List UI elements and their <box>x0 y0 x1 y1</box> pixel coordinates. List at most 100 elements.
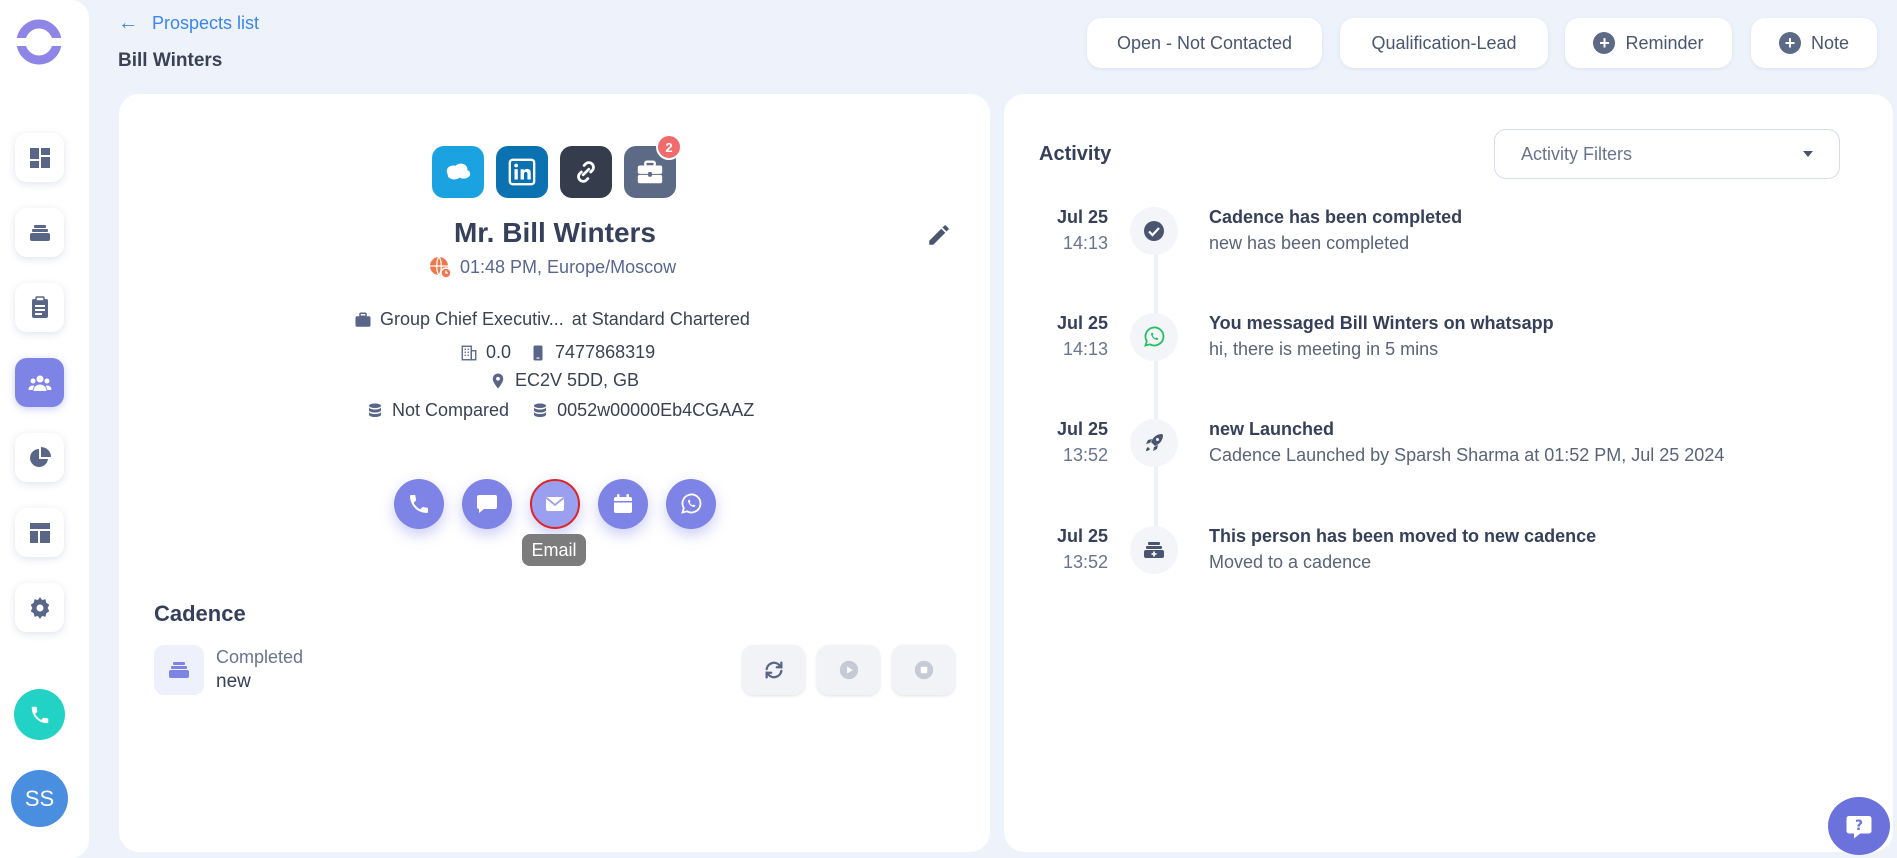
sidebar-item-templates[interactable] <box>15 508 64 557</box>
dialer-button[interactable] <box>14 689 65 740</box>
email-button[interactable] <box>530 479 580 529</box>
sidebar-item-tasks[interactable] <box>15 283 64 332</box>
link-icon <box>577 161 595 183</box>
help-button[interactable]: ? <box>1828 797 1890 855</box>
plus-circle-icon: + <box>1778 32 1801 54</box>
event-time: 14:13 <box>1062 339 1108 359</box>
edit-icon[interactable] <box>926 222 952 248</box>
crm-id: 0052w00000Eb4CGAAZ <box>557 400 755 420</box>
sidebar-item-dashboard[interactable] <box>15 133 64 182</box>
crm-info: Not Compared 0052w00000Eb4CGAAZ <box>366 400 754 421</box>
page-title: Bill Winters <box>118 50 223 71</box>
event-title: You messaged Bill Winters on whatsapp <box>1209 313 1554 333</box>
event-date: Jul 25 <box>1056 526 1108 546</box>
map-pin-icon <box>492 373 504 388</box>
gear-icon <box>30 596 49 619</box>
cadence-refresh-button[interactable] <box>742 645 805 695</box>
phone-icon <box>31 706 48 723</box>
note-button[interactable]: + Note <box>1751 18 1877 68</box>
sidebar-item-reports[interactable] <box>15 433 64 482</box>
job-info: Group Chief Executiv... at Standard Char… <box>354 309 750 330</box>
cadence-icon-box <box>154 645 204 695</box>
back-link-label: Prospects list <box>152 13 260 33</box>
stage-button[interactable]: Qualification-Lead <box>1340 18 1548 68</box>
avatar[interactable]: SS <box>11 770 68 827</box>
building-icon <box>461 345 477 360</box>
whatsapp-button[interactable] <box>666 479 716 529</box>
event-description: new has been completed <box>1209 233 1410 253</box>
cadence-status: Completed <box>216 647 304 667</box>
cadence-name[interactable]: new <box>216 671 251 693</box>
company-name: at Standard Chartered <box>571 309 750 329</box>
stack-plus-icon <box>1144 542 1164 558</box>
people-icon <box>28 375 51 391</box>
sidebar-item-settings[interactable] <box>15 583 64 632</box>
cadence-stop-button[interactable] <box>892 645 955 695</box>
whatsapp-icon <box>681 493 702 514</box>
contact-actions <box>394 479 716 529</box>
event-description: Cadence Launched by Sparsh Sharma at 01:… <box>1209 445 1725 465</box>
cadence-resume-button[interactable] <box>817 645 880 695</box>
company-size: 0.0 <box>486 342 512 362</box>
briefcase-icon <box>637 160 663 184</box>
help-chat-icon: ? <box>1846 816 1872 839</box>
activity-filter-label: Activity Filters <box>1521 143 1633 164</box>
check-circle-icon <box>1144 221 1164 241</box>
schedule-button[interactable] <box>598 479 648 529</box>
refresh-icon <box>765 661 782 679</box>
arrow-left-icon: ← <box>118 12 138 34</box>
layout-icon <box>29 522 50 543</box>
local-time: 01:48 PM, Europe/Moscow <box>428 255 676 279</box>
salesforce-link[interactable] <box>432 146 484 198</box>
event-title: new Launched <box>1209 419 1335 439</box>
linkedin-link[interactable] <box>496 146 548 198</box>
dashboard-icon <box>29 147 50 168</box>
social-links: 2 <box>432 134 682 198</box>
plus-circle-icon: + <box>1593 32 1616 54</box>
location-info: EC2V 5DD, GB <box>489 370 639 391</box>
back-to-prospects-link[interactable]: ← Prospects list <box>118 12 259 35</box>
status-button[interactable]: Open - Not Contacted <box>1087 18 1322 68</box>
clipboard-icon <box>31 295 48 318</box>
activity-filter-select[interactable]: Activity Filters <box>1494 129 1840 179</box>
job-title: Group Chief Executiv... <box>380 309 564 329</box>
sidebar: SS <box>0 0 89 858</box>
event-title: This person has been moved to new cadenc… <box>1209 526 1597 546</box>
event-time: 13:52 <box>1062 552 1108 572</box>
opportunities-link[interactable]: 2 <box>624 134 682 198</box>
event-description: Moved to a cadence <box>1209 552 1372 572</box>
phone-number[interactable]: 7477868319 <box>555 342 655 363</box>
status-button-label: Open - Not Contacted <box>1116 32 1293 53</box>
stack-icon <box>169 662 189 678</box>
pie-chart-icon <box>29 446 51 467</box>
stop-circle-icon <box>914 660 933 680</box>
timeline-line <box>1154 230 1158 550</box>
event-title: Cadence has been completed <box>1209 207 1463 227</box>
opportunities-count-badge: 2 <box>656 134 682 160</box>
event-description: hi, there is meeting in 5 mins <box>1209 339 1439 359</box>
event-icon-box <box>1130 313 1178 361</box>
reminder-button[interactable]: + Reminder <box>1565 18 1732 68</box>
play-circle-icon <box>839 660 858 680</box>
event-icon-box <box>1130 419 1178 467</box>
phone-icon <box>410 495 428 513</box>
svg-text:?: ? <box>1855 818 1863 834</box>
event-date: Jul 25 <box>1056 313 1108 333</box>
event-time: 13:52 <box>1062 445 1108 465</box>
prospect-card <box>119 94 990 852</box>
message-button[interactable] <box>462 479 512 529</box>
stage-button-label: Qualification-Lead <box>1371 32 1517 53</box>
linkedin-icon <box>508 158 536 186</box>
activity-title: Activity <box>1039 143 1112 165</box>
local-time-text: 01:48 PM, Europe/Moscow <box>460 256 677 277</box>
call-button[interactable] <box>394 479 444 529</box>
chat-bubble-icon <box>477 495 497 513</box>
location-text: EC2V 5DD, GB <box>515 370 640 390</box>
app-logo[interactable] <box>15 18 63 66</box>
rocket-icon <box>1146 434 1163 451</box>
website-link[interactable] <box>560 146 612 198</box>
sidebar-item-people[interactable] <box>15 358 64 407</box>
cadence-section-title: Cadence <box>154 601 246 626</box>
event-icon-box <box>1130 207 1178 255</box>
calendar-icon <box>614 494 632 513</box>
